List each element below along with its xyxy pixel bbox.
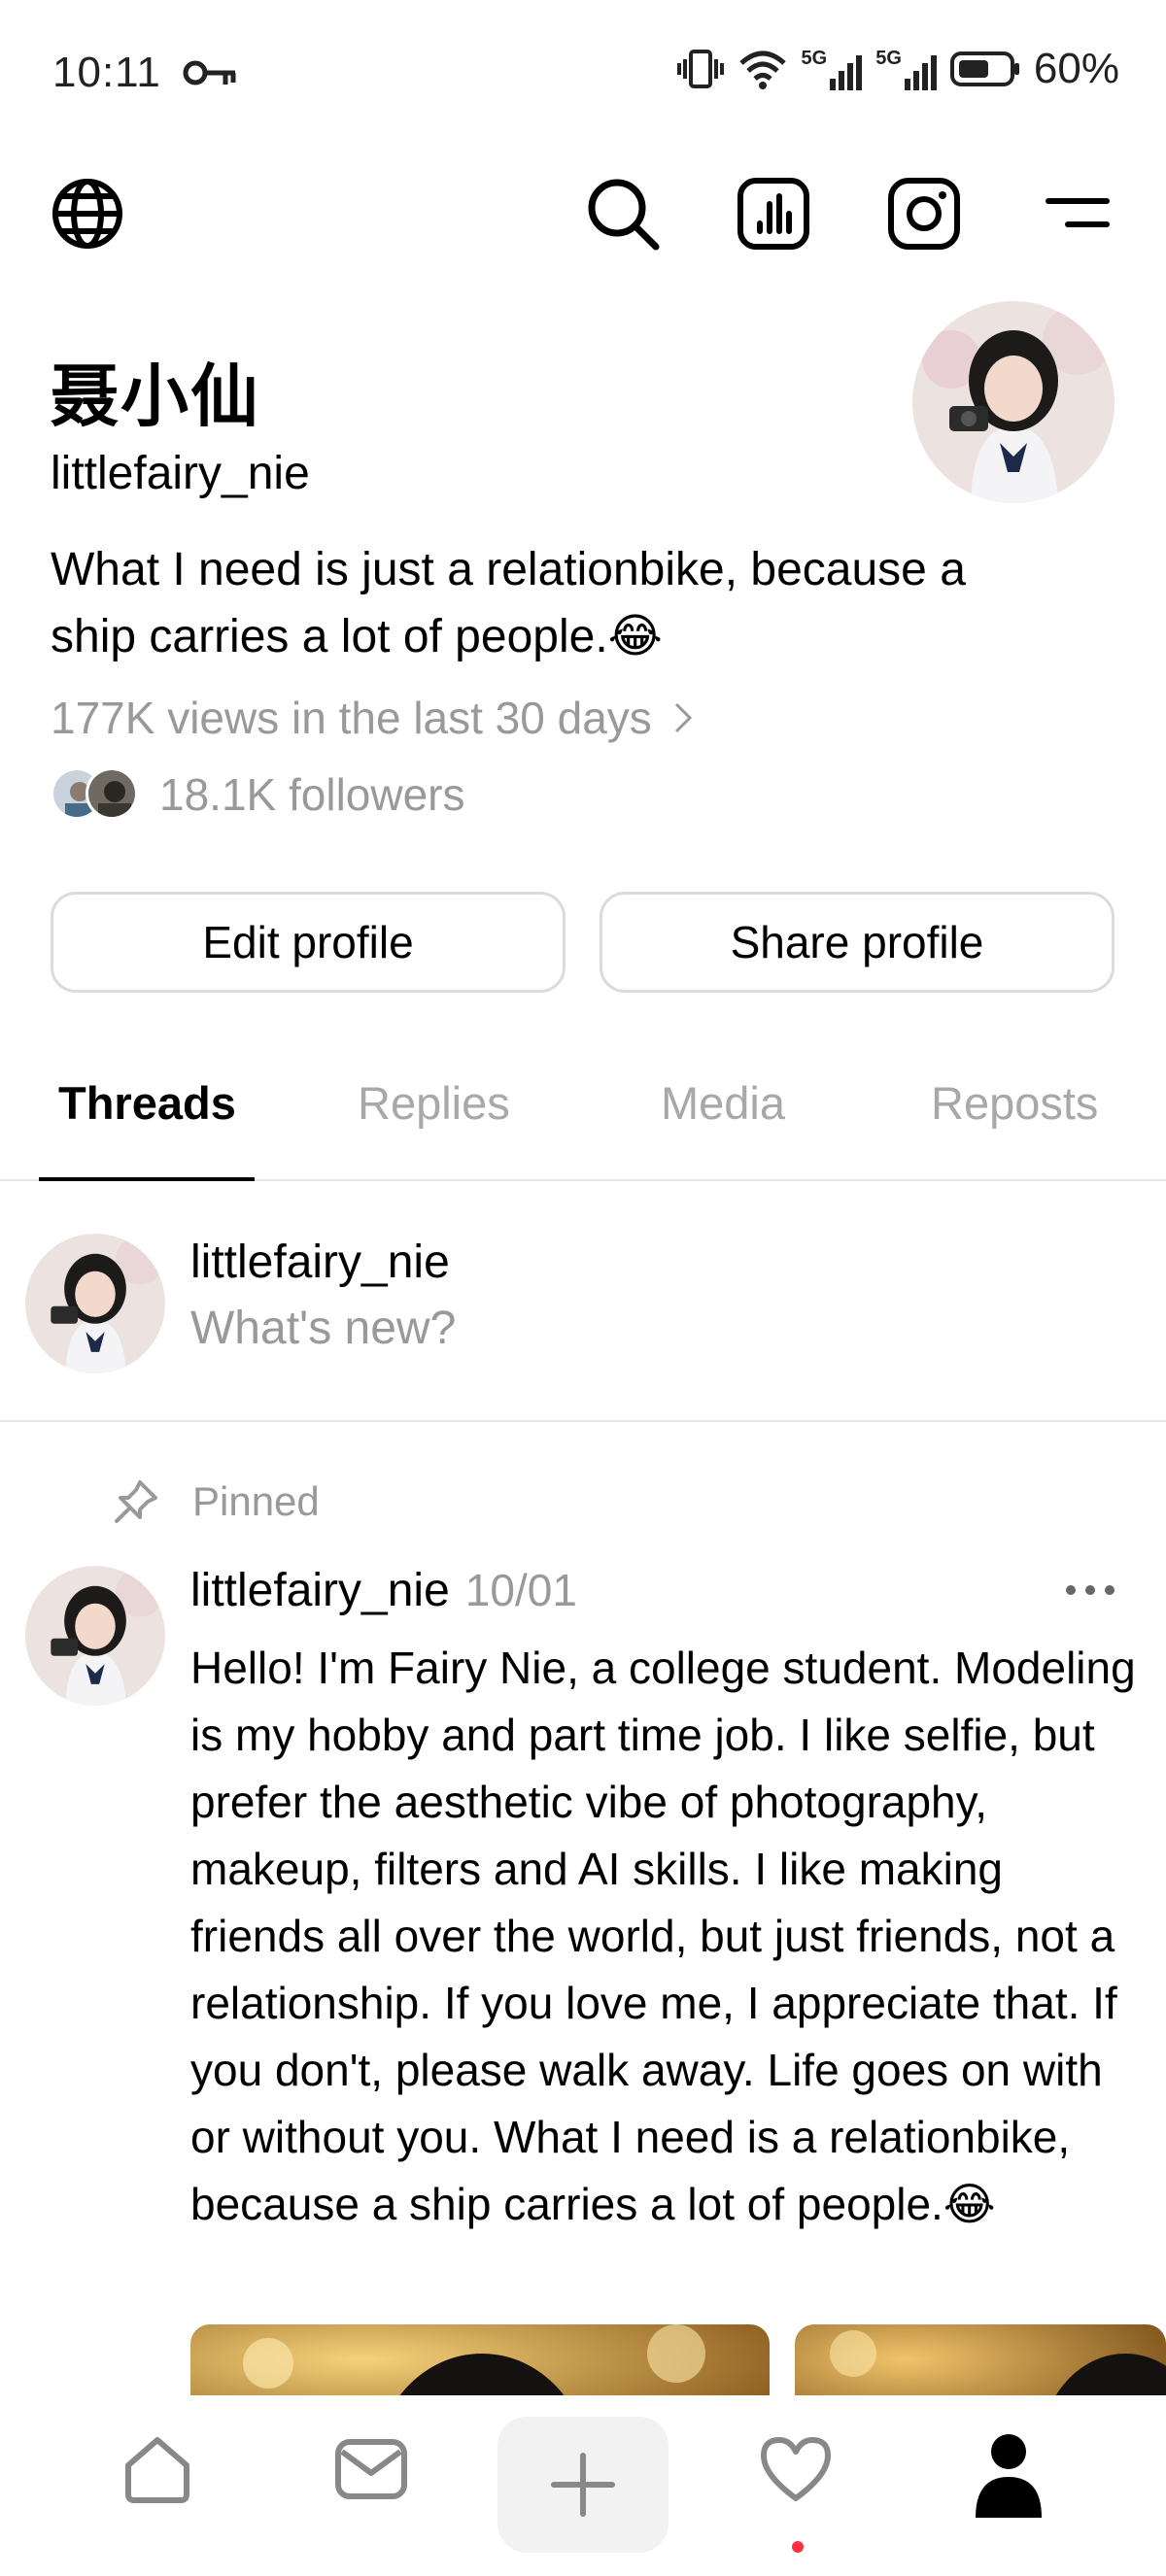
post-header: littlefairy_nie 10/01: [190, 1564, 577, 1617]
bottom-nav: [0, 2395, 1166, 2576]
new-thread-composer[interactable]: littlefairy_nie What's new?: [0, 1183, 1166, 1422]
battery-percent: 60%: [1033, 45, 1119, 92]
cell-signal-1: 5G: [802, 48, 863, 90]
chevron-right-icon: [674, 702, 692, 733]
active-tab-indicator: [39, 1177, 255, 1181]
views-insights-link[interactable]: 177K views in the last 30 days: [51, 692, 693, 744]
tab-replies[interactable]: Replies: [358, 1076, 510, 1130]
tab-media[interactable]: Media: [661, 1076, 785, 1130]
key-icon: [183, 60, 236, 85]
followers-link[interactable]: 18.1K followers: [51, 767, 465, 822]
globe-icon[interactable]: [51, 177, 124, 251]
tab-threads[interactable]: Threads: [58, 1076, 236, 1130]
wifi-icon: [738, 51, 786, 89]
inbox-icon[interactable]: [334, 2432, 408, 2506]
heart-icon[interactable]: [758, 2432, 834, 2506]
more-options-icon[interactable]: [1064, 1583, 1116, 1597]
notification-dot: [792, 2541, 804, 2553]
pinned-label: Pinned: [192, 1478, 320, 1524]
profile-icon[interactable]: [972, 2432, 1046, 2518]
profile-avatar[interactable]: [912, 301, 1115, 503]
pinned-indicator: Pinned: [111, 1476, 320, 1527]
profile-username: littlefairy_nie: [51, 448, 310, 499]
vibrate-icon: [676, 50, 724, 88]
status-bar: 10:11 5G 5G 60%: [0, 0, 1166, 146]
status-icons: 5G 5G 60%: [676, 45, 1119, 93]
edit-profile-button[interactable]: Edit profile: [51, 892, 566, 993]
follower-avatar: [86, 767, 138, 820]
search-icon[interactable]: [586, 177, 660, 251]
profile-bio: What I need is just a relationbike, beca…: [51, 544, 966, 662]
follower-avatars: [51, 767, 140, 822]
composer-username: littlefairy_nie: [190, 1237, 450, 1288]
composer-placeholder[interactable]: What's new?: [190, 1302, 456, 1355]
display-name: 聂小仙: [51, 356, 260, 436]
tab-reposts[interactable]: Reposts: [931, 1076, 1098, 1130]
menu-icon[interactable]: [1044, 189, 1112, 238]
composer-avatar: [25, 1234, 165, 1373]
pin-icon: [115, 1480, 157, 1523]
views-text: 177K views in the last 30 days: [51, 693, 652, 743]
post-body: Hello! I'm Fairy Nie, a college student.…: [190, 1643, 1136, 2229]
insights-icon[interactable]: [737, 177, 810, 251]
create-icon: [551, 2453, 615, 2517]
status-time: 10:11: [52, 49, 161, 96]
post-avatar[interactable]: [25, 1566, 165, 1706]
followers-count: 18.1K followers: [159, 769, 465, 820]
post-username[interactable]: littlefairy_nie: [190, 1564, 450, 1617]
battery-icon: [949, 51, 1019, 86]
home-icon[interactable]: [120, 2432, 194, 2506]
post-date: 10/01: [464, 1565, 577, 1615]
profile-tabs: Threads Replies Media Reposts: [0, 1059, 1166, 1181]
cell-signal-2: 5G: [875, 48, 937, 90]
create-button[interactable]: [497, 2417, 669, 2553]
share-profile-button[interactable]: Share profile: [600, 892, 1115, 993]
instagram-icon[interactable]: [887, 177, 961, 251]
